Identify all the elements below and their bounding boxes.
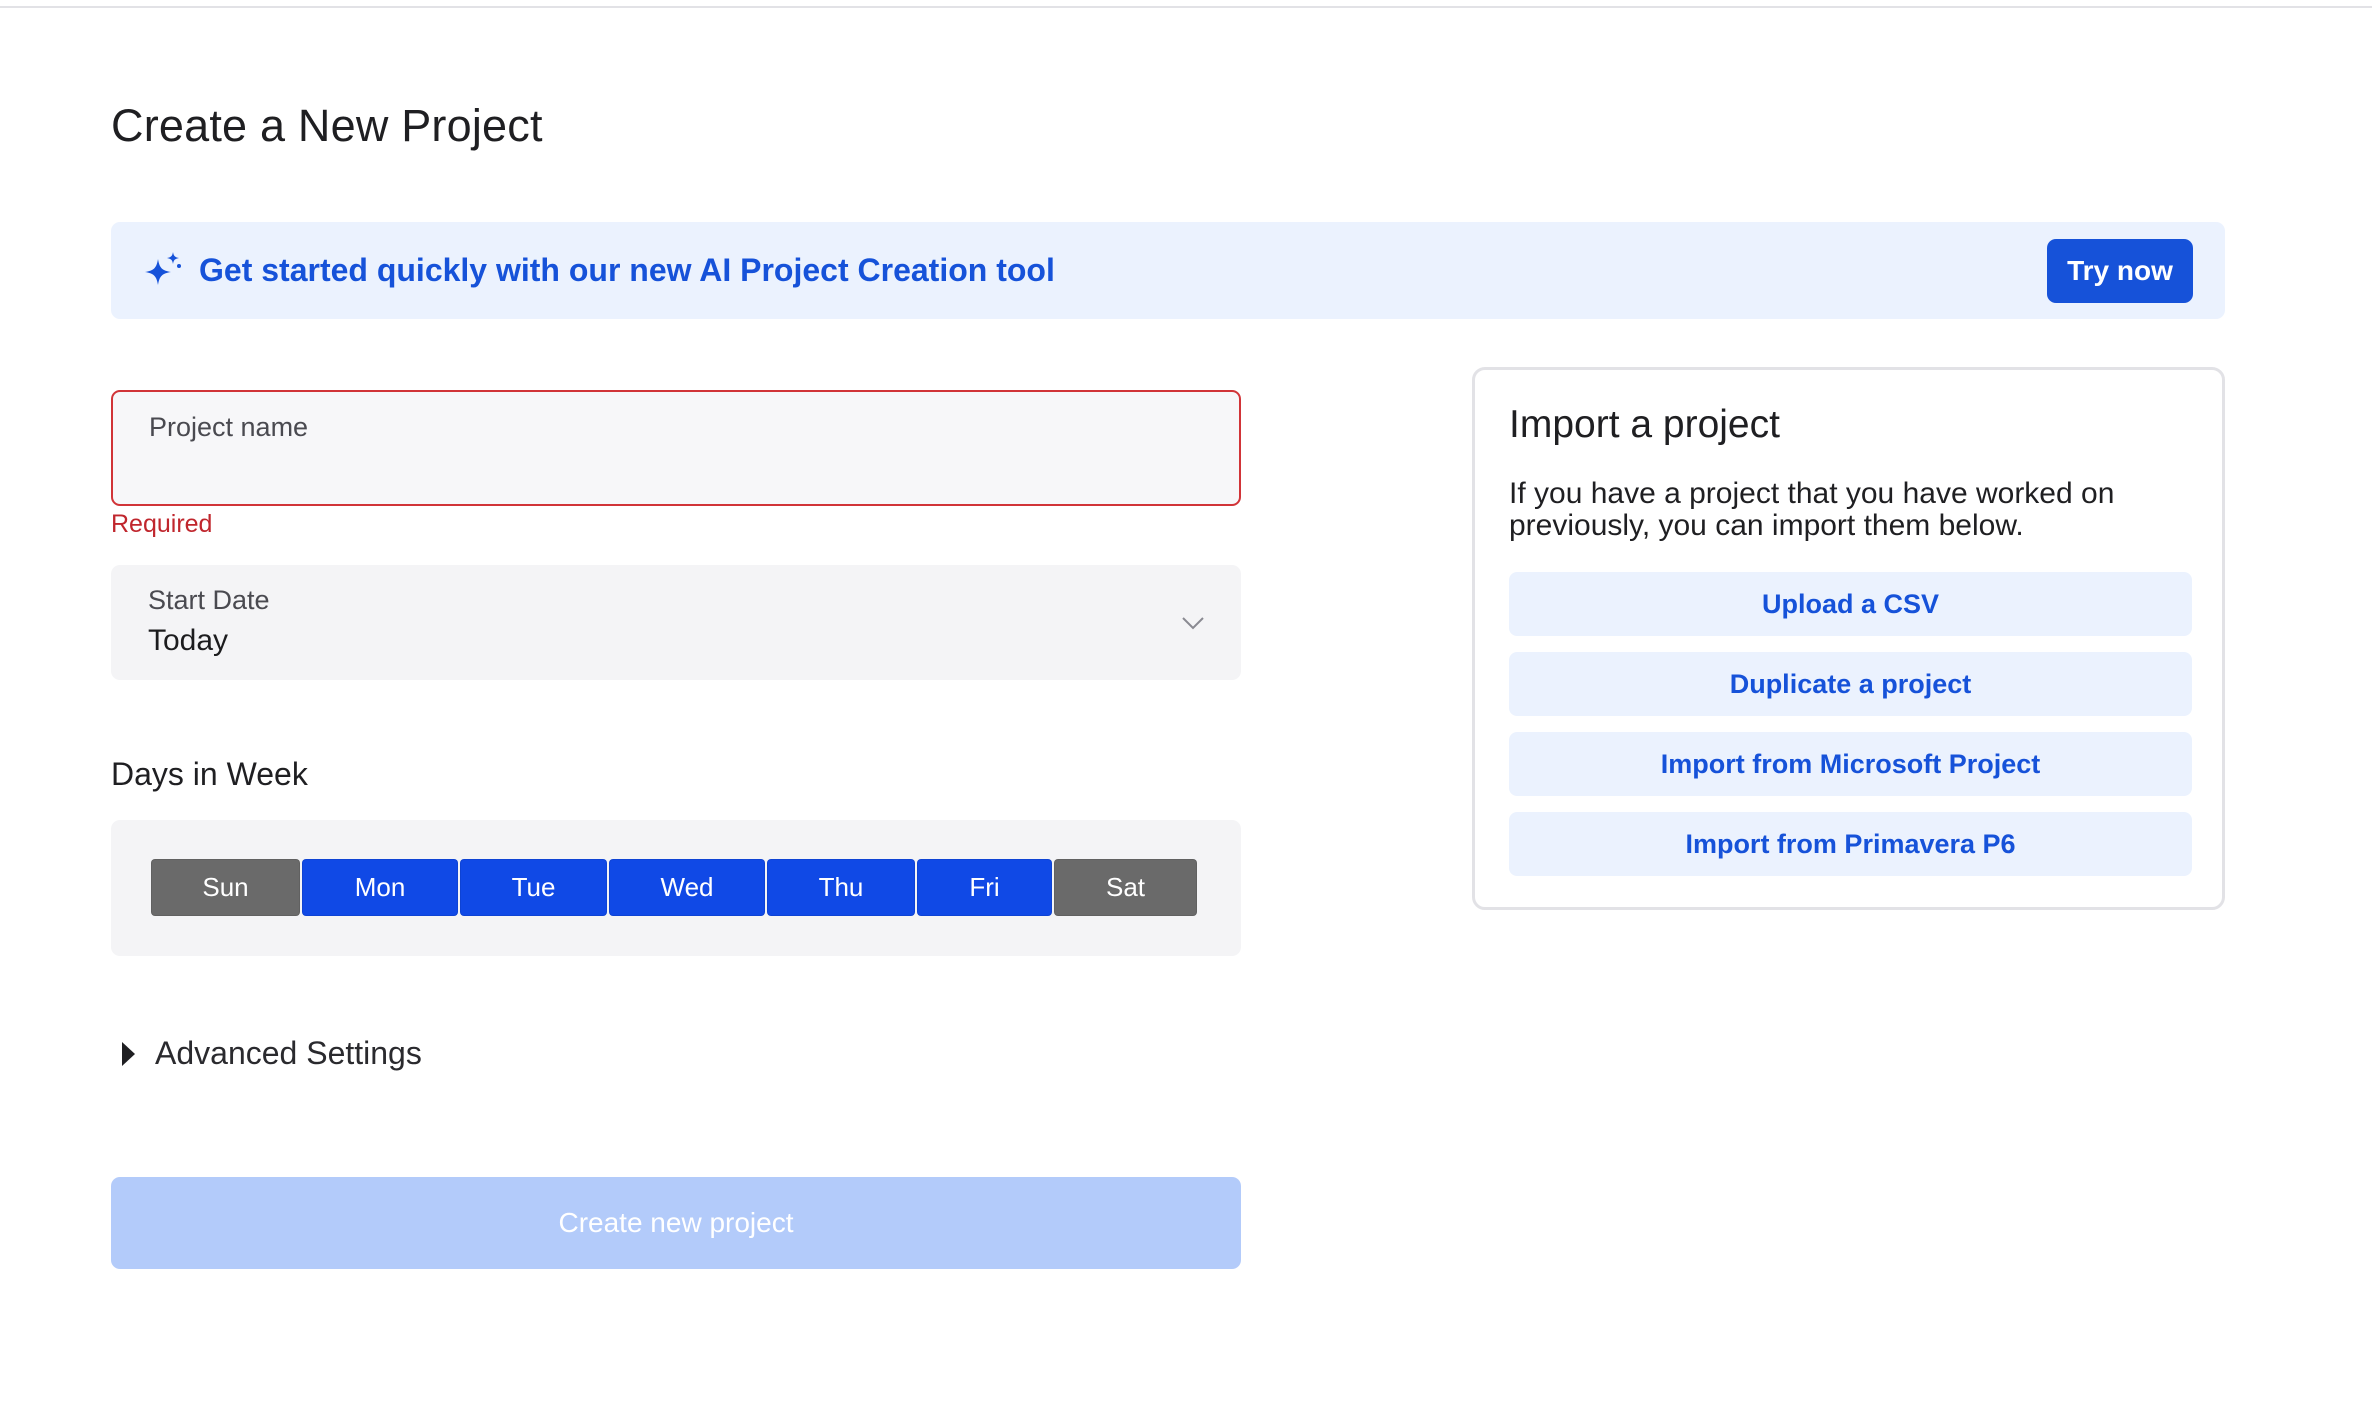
- import-description: If you have a project that you have work…: [1509, 477, 2115, 542]
- day-toggle-thu[interactable]: Thu: [767, 859, 915, 916]
- chevron-down-icon: [1182, 617, 1204, 630]
- day-toggle-mon[interactable]: Mon: [302, 859, 458, 916]
- create-project-button[interactable]: Create new project: [111, 1177, 1241, 1269]
- project-name-label: Project name: [149, 412, 309, 442]
- start-date-select[interactable]: Start Date Today: [111, 565, 1241, 680]
- import-title: Import a project: [1509, 403, 1780, 446]
- import-primavera-button[interactable]: Import from Primavera P6: [1509, 812, 2192, 876]
- caret-right-icon: [122, 1041, 135, 1066]
- day-toggle-sun[interactable]: Sun: [151, 859, 300, 916]
- duplicate-project-button[interactable]: Duplicate a project: [1509, 652, 2192, 716]
- try-now-button[interactable]: Try now: [2047, 239, 2193, 303]
- day-toggle-tue[interactable]: Tue: [460, 859, 607, 916]
- start-date-label: Start Date: [148, 585, 270, 615]
- import-project-card: Import a project If you have a project t…: [1472, 367, 2225, 910]
- day-toggle-fri[interactable]: Fri: [917, 859, 1052, 916]
- day-toggle-sat[interactable]: Sat: [1054, 859, 1197, 916]
- ai-banner: Get started quickly with our new AI Proj…: [111, 222, 2225, 319]
- project-name-input[interactable]: [149, 454, 1199, 494]
- sparkle-icon: [145, 252, 181, 285]
- banner-text: Get started quickly with our new AI Proj…: [199, 252, 1055, 288]
- project-name-field[interactable]: Project name: [111, 390, 1241, 506]
- days-in-week-group: Sun Mon Tue Wed Thu Fri Sat: [111, 820, 1241, 956]
- project-name-error: Required: [111, 510, 213, 538]
- day-toggle-wed[interactable]: Wed: [609, 859, 765, 916]
- advanced-settings-toggle[interactable]: Advanced Settings: [122, 1035, 422, 1072]
- page-title: Create a New Project: [111, 100, 543, 151]
- import-microsoft-project-button[interactable]: Import from Microsoft Project: [1509, 732, 2192, 796]
- start-date-value: Today: [148, 624, 229, 657]
- top-divider: [0, 0, 2372, 8]
- days-in-week-title: Days in Week: [111, 756, 308, 792]
- advanced-settings-label: Advanced Settings: [155, 1035, 422, 1071]
- upload-csv-button[interactable]: Upload a CSV: [1509, 572, 2192, 636]
